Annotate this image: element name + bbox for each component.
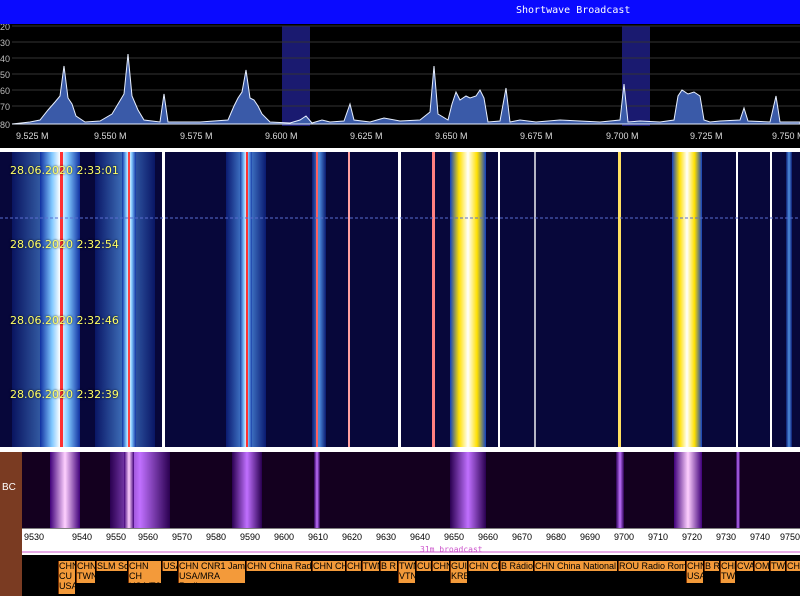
scale-tick: 9680 bbox=[546, 532, 566, 542]
waterfall-timestamp: 28.06.2020 2:32:46 bbox=[10, 314, 119, 327]
secondary-waterfall-image bbox=[0, 452, 800, 528]
app-title: Shortwave Broadcast bbox=[516, 5, 631, 16]
station-label[interactable]: CHN bbox=[432, 561, 449, 571]
station-label[interactable]: TWN bbox=[770, 561, 785, 571]
title-bar: Shortwave Broadcast bbox=[0, 0, 800, 24]
scale-tick: 9570 bbox=[172, 532, 192, 542]
waterfall-display[interactable]: 28.06.2020 2:33:01 28.06.2020 2:32:54 28… bbox=[0, 152, 800, 447]
x-tick: 9.725 M bbox=[690, 131, 723, 141]
waterfall-timestamp: 28.06.2020 2:32:39 bbox=[10, 388, 119, 401]
station-label[interactable]: SLM So bbox=[96, 561, 127, 571]
secondary-waterfall[interactable] bbox=[0, 452, 800, 528]
station-label[interactable]: ROU Radio Rom bbox=[618, 561, 685, 571]
station-label[interactable]: CHN China Rad bbox=[246, 561, 311, 571]
y-tick: 20 bbox=[0, 24, 10, 32]
scale-tick: 9730 bbox=[716, 532, 736, 542]
frequency-scale[interactable]: 9530 9540 9550 9560 9570 9580 9590 9600 … bbox=[22, 527, 800, 555]
x-tick: 9.750 M bbox=[772, 131, 800, 141]
scale-tick: 9750 bbox=[780, 532, 800, 542]
band-highlight bbox=[282, 26, 310, 126]
station-label[interactable]: GUI KRE bbox=[450, 561, 467, 583]
y-tick: 30 bbox=[0, 38, 10, 48]
waterfall-timestamp: 28.06.2020 2:32:54 bbox=[10, 238, 119, 251]
scale-tick: 9530 bbox=[24, 532, 44, 542]
scale-tick: 9590 bbox=[240, 532, 260, 542]
scale-tick: 9630 bbox=[376, 532, 396, 542]
station-label[interactable]: TWN VTN bbox=[398, 561, 415, 583]
scale-tick: 9740 bbox=[750, 532, 770, 542]
x-tick: 9.700 M bbox=[606, 131, 639, 141]
x-tick: 9.625 M bbox=[350, 131, 383, 141]
scale-tick: 9540 bbox=[72, 532, 92, 542]
frequency-scale-ticks: 9530 9540 9550 9560 9570 9580 9590 9600 … bbox=[22, 527, 800, 553]
station-label[interactable]: B Rádio bbox=[500, 561, 533, 571]
x-tick: 9.550 M bbox=[94, 131, 127, 141]
waterfall-timestamp: 28.06.2020 2:33:01 bbox=[10, 164, 119, 177]
station-list: CHN CU USA CHN TWN SLM So CHN CH USA/TJ … bbox=[22, 555, 800, 596]
station-label[interactable]: CHN TWN bbox=[720, 561, 735, 583]
y-tick: 60 bbox=[0, 86, 10, 96]
station-label[interactable]: CHN TWN bbox=[76, 561, 95, 583]
station-label[interactable]: CHN CH bbox=[312, 561, 345, 571]
scale-tick: 9640 bbox=[410, 532, 430, 542]
station-label[interactable]: B R bbox=[380, 561, 397, 571]
x-tick: 9.575 M bbox=[180, 131, 213, 141]
waterfall-image bbox=[0, 152, 800, 447]
scale-tick: 9720 bbox=[682, 532, 702, 542]
band-label: 31m broadcast bbox=[420, 545, 483, 554]
scale-tick: 9620 bbox=[342, 532, 362, 542]
bc-label: BC bbox=[2, 482, 16, 493]
y-tick: 80 bbox=[0, 120, 10, 130]
spectrum-fill bbox=[11, 53, 800, 125]
x-tick: 9.650 M bbox=[435, 131, 468, 141]
station-label[interactable]: USA bbox=[162, 561, 177, 571]
scale-tick: 9610 bbox=[308, 532, 328, 542]
spectrum-plot[interactable]: 20 30 40 50 60 70 80 9.525 M 9.550 M 9.5… bbox=[0, 22, 800, 148]
station-label[interactable]: OM bbox=[754, 561, 769, 571]
spectrum-x-axis: 9.525 M 9.550 M 9.575 M 9.600 M 9.625 M … bbox=[16, 131, 800, 141]
scale-tick: 9700 bbox=[614, 532, 634, 542]
station-label[interactable]: CVA bbox=[736, 561, 753, 571]
station-label[interactable]: CHN USA bbox=[686, 561, 703, 583]
spectrum-y-axis: 20 30 40 50 60 70 80 bbox=[0, 22, 10, 130]
spectrum-panel[interactable]: 20 30 40 50 60 70 80 9.525 M 9.550 M 9.5… bbox=[0, 22, 800, 148]
station-label[interactable]: CHN China National bbox=[534, 561, 617, 571]
station-label[interactable]: CHN CH USA/TJ bbox=[128, 561, 161, 583]
station-label[interactable]: CHN CU USA bbox=[58, 561, 75, 594]
x-tick: 9.600 M bbox=[265, 131, 298, 141]
y-tick: 70 bbox=[0, 102, 10, 112]
scale-tick: 9600 bbox=[274, 532, 294, 542]
scale-tick: 9710 bbox=[648, 532, 668, 542]
station-label[interactable]: CHN bbox=[346, 561, 361, 571]
scale-tick: 9580 bbox=[206, 532, 226, 542]
station-label[interactable]: CHN CH bbox=[468, 561, 499, 571]
y-tick: 40 bbox=[0, 54, 10, 64]
station-label[interactable]: B R bbox=[704, 561, 719, 571]
scale-tick: 9660 bbox=[478, 532, 498, 542]
station-label[interactable]: CHN CNR1 Jam USA/MRA Radio bbox=[178, 561, 245, 583]
x-tick: 9.675 M bbox=[520, 131, 553, 141]
station-label[interactable]: CUB bbox=[416, 561, 431, 571]
scale-tick: 9560 bbox=[138, 532, 158, 542]
y-tick: 50 bbox=[0, 70, 10, 80]
station-label[interactable]: CHN bbox=[786, 561, 800, 571]
x-tick: 9.525 M bbox=[16, 131, 49, 141]
station-label[interactable]: TWN bbox=[362, 561, 379, 571]
scale-tick: 9550 bbox=[106, 532, 126, 542]
scale-tick: 9650 bbox=[444, 532, 464, 542]
scale-tick: 9690 bbox=[580, 532, 600, 542]
left-toolbar-strip: BC bbox=[0, 452, 22, 596]
scale-tick: 9670 bbox=[512, 532, 532, 542]
